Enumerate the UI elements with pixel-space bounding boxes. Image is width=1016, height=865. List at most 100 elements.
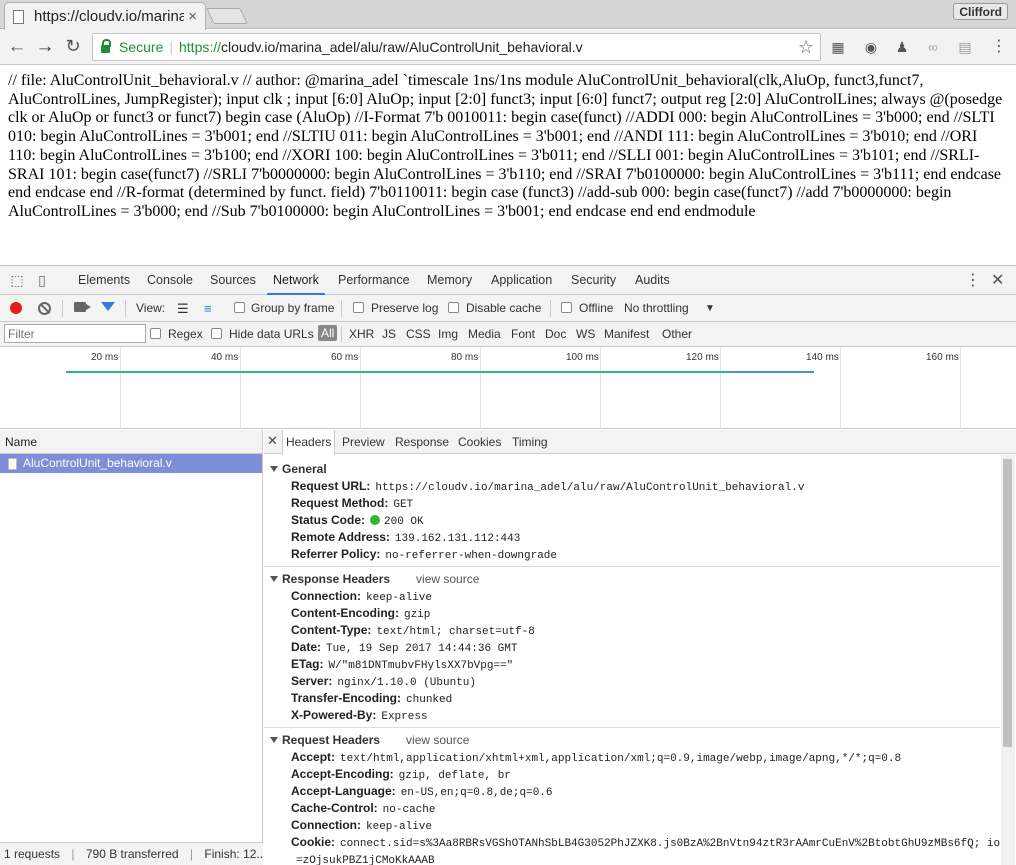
toolbar-divider [125, 300, 126, 317]
filter-type-font[interactable]: Font [511, 327, 535, 341]
header-row: Cache-Control: no-cache [264, 800, 1000, 817]
request-row[interactable]: AluControlUnit_behavioral.v [0, 454, 262, 473]
general-section: General Request URL: https://cloudv.io/ma… [264, 460, 1000, 563]
detail-scrollbar[interactable] [1001, 455, 1015, 865]
view-source-link[interactable]: view source [406, 733, 469, 747]
timeline-tick-label: 80 ms [451, 352, 479, 363]
tab-audits[interactable]: Audits [629, 266, 676, 295]
header-key: Content-Encoding: [291, 606, 399, 620]
tab-cookies[interactable]: Cookies [455, 430, 504, 454]
filter-type-doc[interactable]: Doc [545, 327, 566, 341]
browser-toolbar: ← → ↻ Secure | https://cloudv.io/marina_… [0, 30, 1016, 65]
regex-checkbox[interactable] [150, 328, 161, 339]
response-headers-section: Response Headers view source Connection: k… [264, 570, 1000, 724]
filter-type-img[interactable]: Img [438, 327, 458, 341]
forward-arrow-icon[interactable]: → [34, 36, 56, 58]
tab-network[interactable]: Network [267, 266, 325, 295]
pocket-icon[interactable]: ◉ [862, 38, 880, 56]
device-toolbar-icon[interactable]: ▯ [34, 272, 50, 288]
large-rows-icon[interactable]: ☰ [177, 301, 189, 317]
header-value: 139.162.131.112:443 [394, 533, 521, 545]
preserve-log-label: Preserve log [371, 301, 439, 315]
preserve-log-checkbox[interactable] [353, 302, 364, 313]
capture-screenshots-icon[interactable] [74, 302, 91, 312]
filter-type-media[interactable]: Media [468, 327, 501, 341]
browser-tab[interactable]: https://cloudv.io/marina_adel/alu/raw/Al… [4, 2, 206, 30]
tab-headers[interactable]: Headers [282, 430, 336, 455]
disable-cache-checkbox[interactable] [448, 302, 459, 313]
header-value: chunked [406, 694, 453, 706]
tab-console[interactable]: Console [141, 266, 199, 295]
close-detail-icon[interactable]: ✕ [267, 433, 278, 449]
reload-icon[interactable]: ↻ [62, 36, 84, 57]
timeline-gridline [360, 347, 361, 429]
extension-glasses-icon[interactable]: ∞ [924, 38, 942, 56]
timeline-overview[interactable]: 20 ms 40 ms 60 ms 80 ms 100 ms 120 ms 14… [0, 347, 1016, 429]
bookmark-star-icon[interactable]: ☆ [798, 37, 814, 58]
tab-sources[interactable]: Sources [204, 266, 262, 295]
header-row: Accept: text/html,application/xhtml+xml,a… [264, 749, 1000, 766]
tab-performance[interactable]: Performance [332, 266, 416, 295]
section-title: General [282, 462, 327, 476]
filter-icon[interactable] [101, 302, 115, 311]
expand-triangle-icon [270, 737, 278, 743]
timeline-tick-label: 100 ms [566, 352, 599, 363]
inspect-element-icon[interactable]: ⬚ [9, 272, 25, 288]
timeline-gridline [120, 347, 121, 429]
scrollbar-thumb[interactable] [1003, 459, 1012, 747]
new-tab-button[interactable] [206, 8, 248, 24]
finish-time: Finish: 12... [204, 847, 263, 861]
record-icon[interactable] [10, 302, 22, 314]
tab-application[interactable]: Application [485, 266, 558, 295]
tab-response[interactable]: Response [392, 430, 452, 454]
filter-input[interactable] [4, 324, 146, 343]
chevron-down-icon[interactable]: ▼ [705, 303, 715, 314]
tab-elements[interactable]: Elements [72, 266, 136, 295]
filter-type-js[interactable]: JS [382, 327, 396, 341]
throttling-select[interactable]: No throttling [624, 301, 689, 315]
clear-icon[interactable] [38, 302, 51, 315]
address-bar[interactable]: Secure | https://cloudv.io/marina_adel/a… [92, 33, 821, 61]
close-tab-icon[interactable]: × [188, 8, 197, 25]
summary-divider: | [189, 847, 194, 861]
header-key: Date: [291, 640, 322, 654]
network-toolbar: View: ☰ ≡ Group by frame Preserve log Di… [0, 295, 1016, 322]
waterfall-overview-icon[interactable]: ≡ [204, 301, 212, 316]
back-arrow-icon[interactable]: ← [6, 36, 28, 58]
header-key: Cookie: [291, 835, 336, 849]
extension-figure-icon[interactable]: ♟ [893, 38, 911, 56]
header-value: keep-alive [366, 821, 433, 833]
network-summary-bar: 1 requests | 790 B transferred | Finish:… [0, 842, 263, 865]
devtools-panel: ⬚ ▯ Elements Console Sources Network Per… [0, 265, 1016, 865]
timeline-gridline [600, 347, 601, 429]
view-source-link[interactable]: view source [416, 572, 479, 586]
filter-type-all[interactable]: All [318, 325, 338, 341]
offline-checkbox[interactable] [561, 302, 572, 313]
header-key: Connection: [291, 589, 361, 603]
filter-type-manifest[interactable]: Manifest [604, 327, 649, 341]
profile-button[interactable]: Clifford [953, 3, 1008, 20]
menu-kebab-icon[interactable]: ⋮ [990, 38, 1008, 56]
general-section-header[interactable]: General [264, 460, 1000, 478]
request-headers-header[interactable]: Request Headers view source [264, 731, 1000, 749]
filter-type-xhr[interactable]: XHR [349, 327, 374, 341]
filter-type-ws[interactable]: WS [576, 327, 595, 341]
response-headers-header[interactable]: Response Headers view source [264, 570, 1000, 588]
tab-memory[interactable]: Memory [421, 266, 478, 295]
filter-type-other[interactable]: Other [662, 327, 692, 341]
name-column-header[interactable]: Name [0, 430, 262, 454]
tab-preview[interactable]: Preview [339, 430, 388, 454]
request-count: 1 requests [4, 847, 61, 861]
qr-code-icon[interactable]: ▦ [829, 38, 847, 56]
devtools-menu-icon[interactable]: ⋮ [965, 270, 981, 290]
extension-screen-icon[interactable]: ▤ [956, 38, 974, 56]
tab-timing[interactable]: Timing [509, 430, 551, 454]
hide-data-urls-checkbox[interactable] [211, 328, 222, 339]
close-devtools-icon[interactable]: ✕ [991, 270, 1004, 290]
filter-type-css[interactable]: CSS [406, 327, 431, 341]
tab-security[interactable]: Security [565, 266, 622, 295]
header-row: Request Method: GET [264, 495, 1000, 512]
header-value: text/html; charset=utf-8 [376, 626, 535, 638]
group-by-frame-checkbox[interactable] [234, 302, 245, 313]
header-row: Accept-Language: en-US,en;q=0.8,de;q=0.6 [264, 783, 1000, 800]
